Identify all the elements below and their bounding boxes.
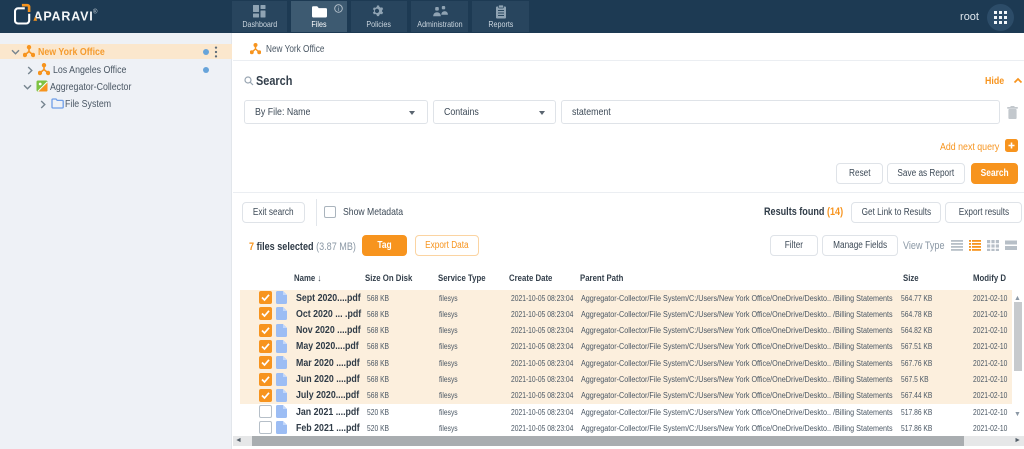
svg-text:APARAVI: APARAVI xyxy=(34,10,94,24)
svg-text:i: i xyxy=(338,7,339,13)
svg-text:®: ® xyxy=(93,9,98,16)
